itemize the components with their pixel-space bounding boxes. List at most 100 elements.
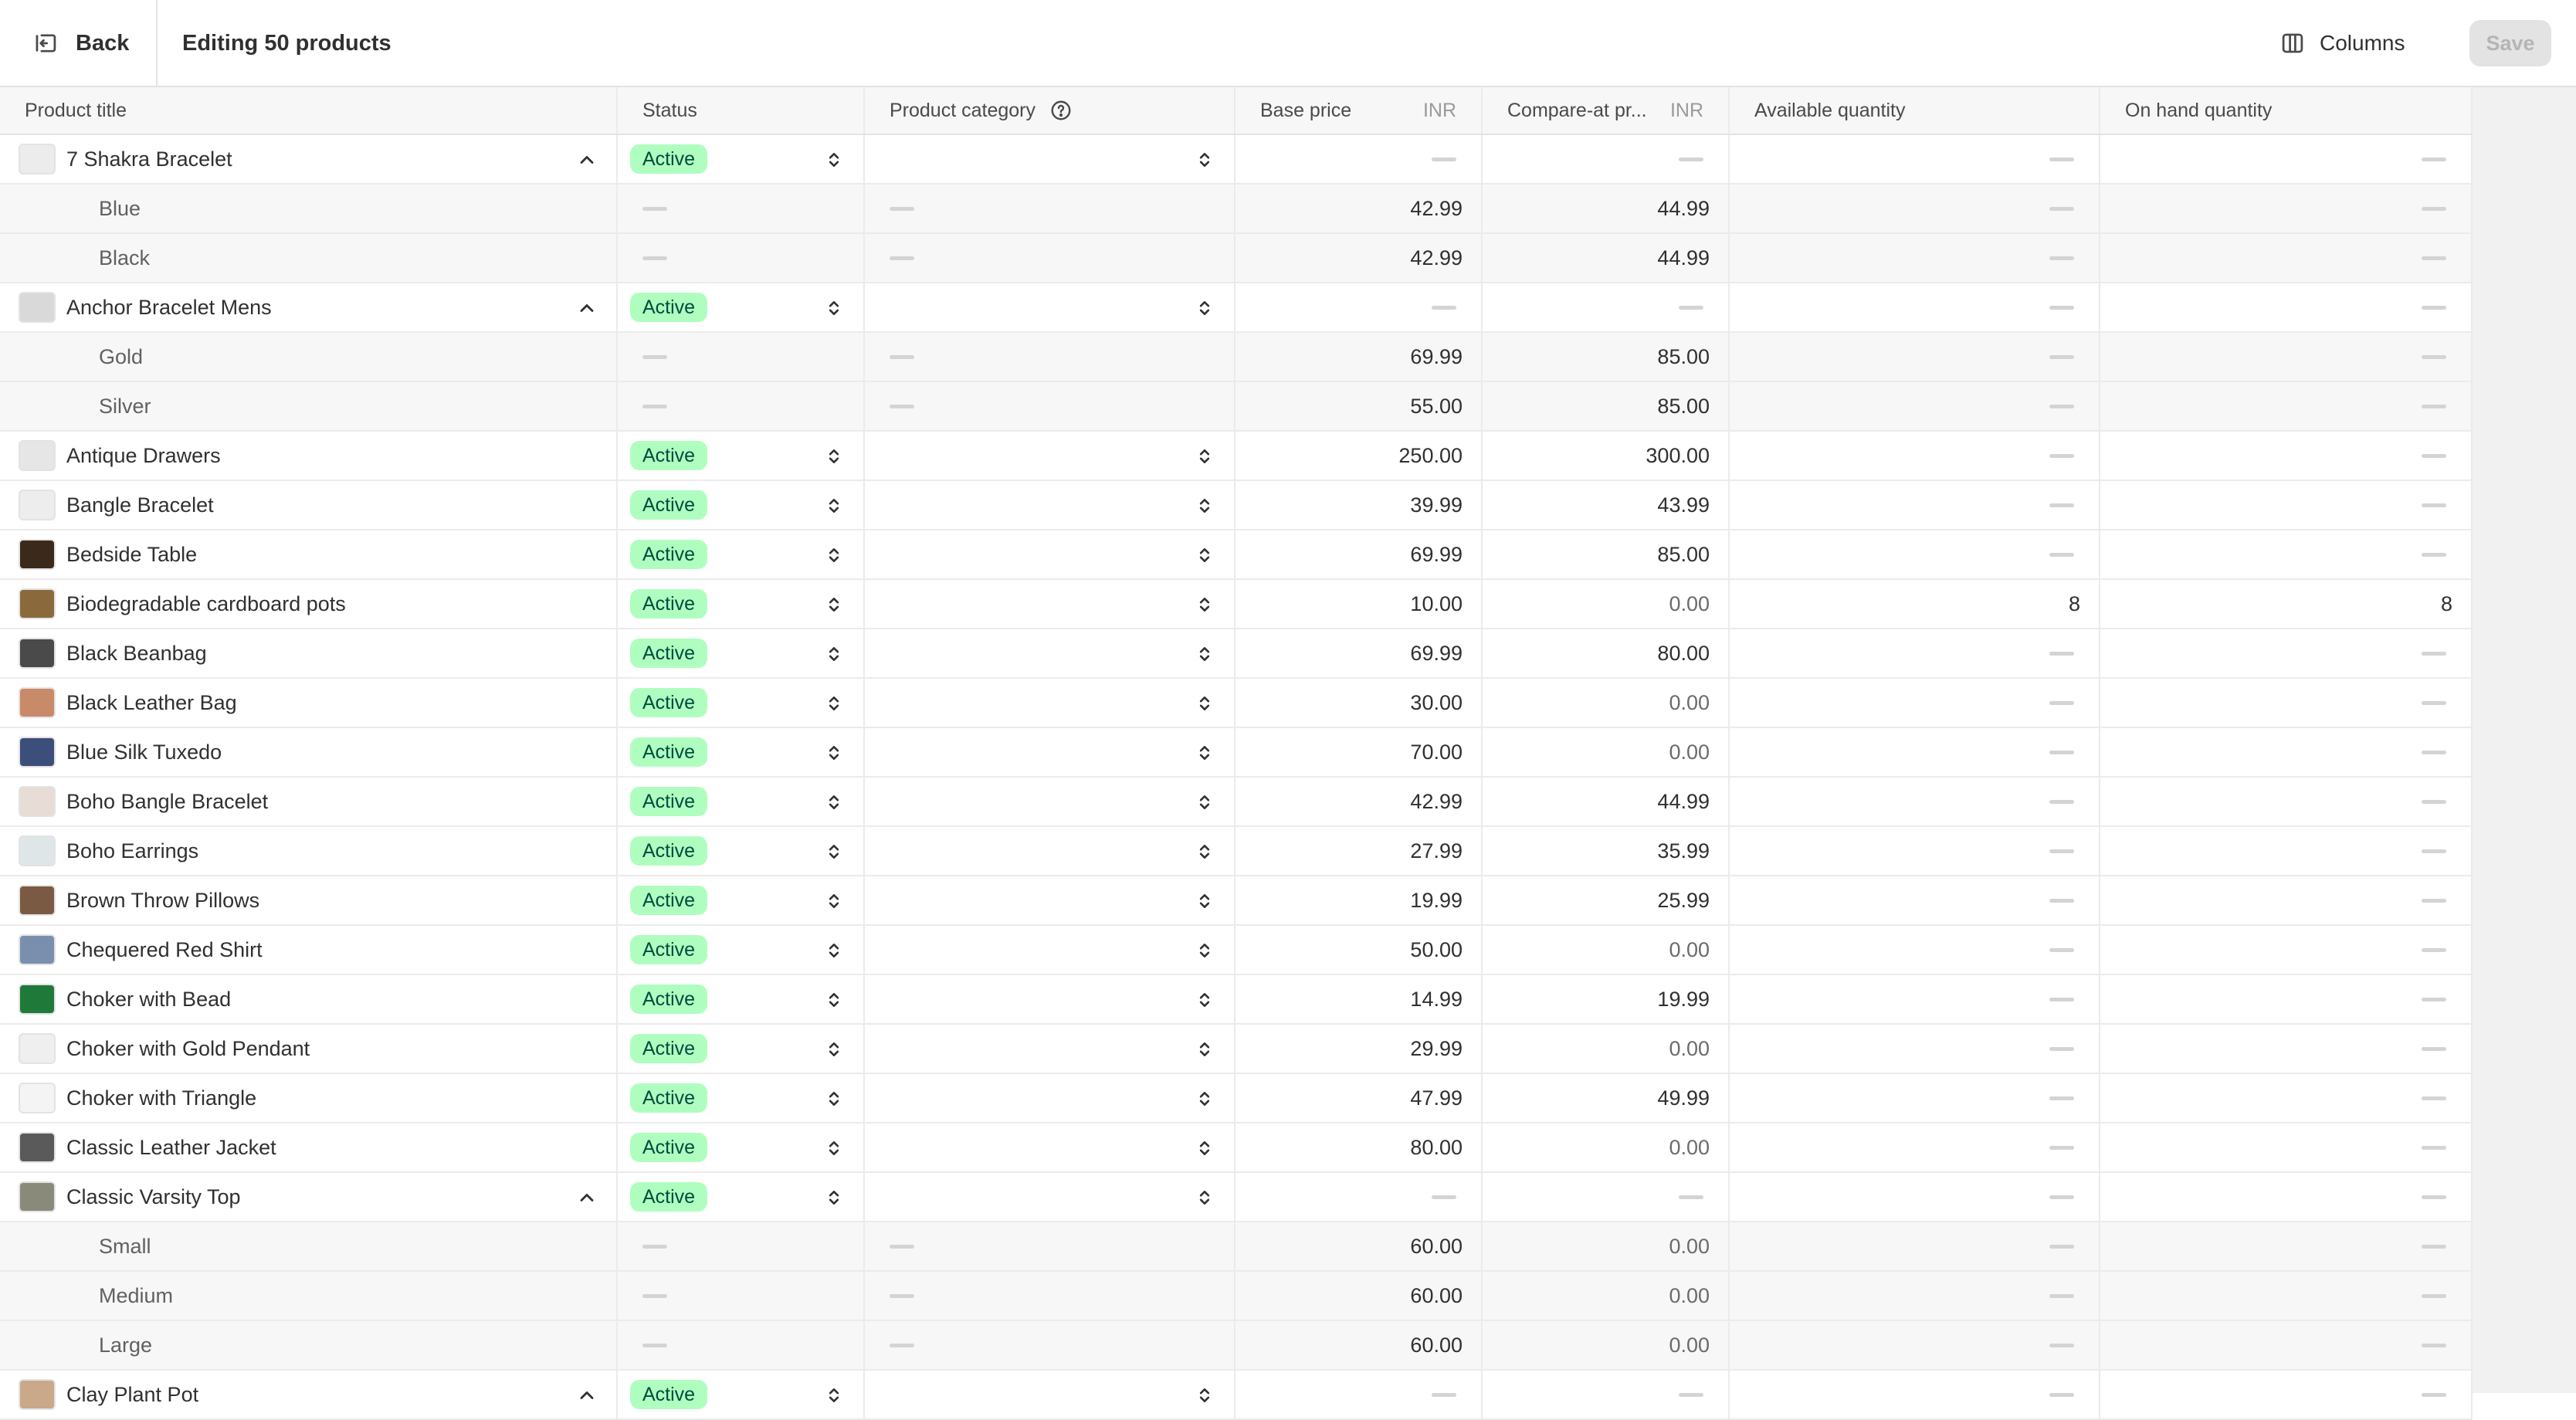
base-price-cell[interactable]: 42.99: [1235, 185, 1483, 232]
select-arrows-icon[interactable]: [823, 693, 845, 714]
product-title-cell[interactable]: Anchor Bracelet Mens: [0, 283, 618, 331]
status-select[interactable]: Active: [618, 926, 865, 974]
product-title-cell[interactable]: Brown Throw Pillows: [0, 876, 618, 924]
select-arrows-icon[interactable]: [823, 297, 845, 319]
category-select[interactable]: [865, 481, 1235, 529]
status-select[interactable]: Active: [618, 778, 865, 825]
status-select[interactable]: Active: [618, 1074, 865, 1122]
product-title-cell[interactable]: Antique Drawers: [0, 432, 618, 480]
product-title-cell[interactable]: Blue Silk Tuxedo: [0, 728, 618, 776]
select-arrows-icon[interactable]: [823, 742, 845, 764]
status-select[interactable]: Active: [618, 432, 865, 480]
select-arrows-icon[interactable]: [1194, 693, 1215, 714]
columns-button[interactable]: Columns: [2264, 20, 2423, 66]
compare-at-price-cell[interactable]: 49.99: [1483, 1074, 1730, 1122]
product-title-cell[interactable]: Boho Earrings: [0, 827, 618, 875]
product-title-cell[interactable]: Classic Leather Jacket: [0, 1123, 618, 1171]
compare-at-price-cell[interactable]: 0.00: [1483, 1321, 1730, 1369]
select-arrows-icon[interactable]: [823, 841, 845, 863]
select-arrows-icon[interactable]: [823, 890, 845, 912]
category-select[interactable]: [865, 629, 1235, 677]
base-price-cell[interactable]: 50.00: [1235, 926, 1483, 974]
select-arrows-icon[interactable]: [823, 149, 845, 171]
select-arrows-icon[interactable]: [823, 643, 845, 665]
select-arrows-icon[interactable]: [1194, 643, 1215, 665]
compare-at-price-cell[interactable]: 85.00: [1483, 333, 1730, 381]
status-select[interactable]: Active: [618, 876, 865, 924]
base-price-cell[interactable]: 60.00: [1235, 1272, 1483, 1320]
category-select[interactable]: [865, 1074, 1235, 1122]
base-price-cell[interactable]: 42.99: [1235, 778, 1483, 825]
category-select[interactable]: [865, 1371, 1235, 1418]
status-select[interactable]: Active: [618, 580, 865, 628]
compare-at-price-cell[interactable]: 300.00: [1483, 432, 1730, 480]
select-arrows-icon[interactable]: [1194, 1187, 1215, 1208]
base-price-cell[interactable]: 29.99: [1235, 1025, 1483, 1073]
category-select[interactable]: [865, 975, 1235, 1023]
base-price-cell[interactable]: 80.00: [1235, 1123, 1483, 1171]
select-arrows-icon[interactable]: [1194, 940, 1215, 961]
category-select[interactable]: [865, 432, 1235, 480]
column-header-base-price[interactable]: Base price INR: [1235, 87, 1483, 134]
select-arrows-icon[interactable]: [823, 1039, 845, 1060]
base-price-cell[interactable]: 60.00: [1235, 1321, 1483, 1369]
product-title-cell[interactable]: Chequered Red Shirt: [0, 926, 618, 974]
product-title-cell[interactable]: Black Leather Bag: [0, 679, 618, 727]
chevron-up-icon[interactable]: [576, 1384, 598, 1406]
select-arrows-icon[interactable]: [1194, 742, 1215, 764]
category-select[interactable]: [865, 580, 1235, 628]
compare-at-price-cell[interactable]: 0.00: [1483, 1222, 1730, 1270]
base-price-cell[interactable]: 69.99: [1235, 333, 1483, 381]
product-title-cell[interactable]: Boho Bangle Bracelet: [0, 778, 618, 825]
compare-at-price-cell[interactable]: 25.99: [1483, 876, 1730, 924]
select-arrows-icon[interactable]: [823, 791, 845, 813]
status-select[interactable]: Active: [618, 1173, 865, 1221]
status-select[interactable]: Active: [618, 1371, 865, 1418]
compare-at-price-cell[interactable]: 44.99: [1483, 185, 1730, 232]
select-arrows-icon[interactable]: [1194, 297, 1215, 319]
compare-at-price-cell[interactable]: 0.00: [1483, 679, 1730, 727]
base-price-cell[interactable]: 250.00: [1235, 432, 1483, 480]
status-select[interactable]: Active: [618, 135, 865, 183]
category-select[interactable]: [865, 728, 1235, 776]
save-button[interactable]: Save: [2469, 20, 2551, 66]
select-arrows-icon[interactable]: [1194, 989, 1215, 1011]
base-price-cell[interactable]: 69.99: [1235, 530, 1483, 578]
column-header-on-hand-quantity[interactable]: On hand quantity: [2100, 87, 2473, 134]
compare-at-price-cell[interactable]: 44.99: [1483, 778, 1730, 825]
status-select[interactable]: Active: [618, 481, 865, 529]
select-arrows-icon[interactable]: [1194, 1088, 1215, 1110]
category-select[interactable]: [865, 926, 1235, 974]
base-price-cell[interactable]: 30.00: [1235, 679, 1483, 727]
select-arrows-icon[interactable]: [823, 1187, 845, 1208]
select-arrows-icon[interactable]: [1194, 149, 1215, 171]
status-select[interactable]: Active: [618, 629, 865, 677]
on-hand-quantity-cell[interactable]: 8: [2100, 580, 2473, 628]
select-arrows-icon[interactable]: [1194, 890, 1215, 912]
column-header-product-category[interactable]: Product category: [865, 87, 1235, 134]
back-button[interactable]: Back: [0, 0, 158, 86]
status-select[interactable]: Active: [618, 283, 865, 331]
category-select[interactable]: [865, 135, 1235, 183]
base-price-cell[interactable]: 27.99: [1235, 827, 1483, 875]
product-title-cell[interactable]: Choker with Triangle: [0, 1074, 618, 1122]
select-arrows-icon[interactable]: [1194, 791, 1215, 813]
category-select[interactable]: [865, 1173, 1235, 1221]
compare-at-price-cell[interactable]: 35.99: [1483, 827, 1730, 875]
select-arrows-icon[interactable]: [1194, 841, 1215, 863]
category-select[interactable]: [865, 283, 1235, 331]
category-select[interactable]: [865, 530, 1235, 578]
category-select[interactable]: [865, 876, 1235, 924]
status-select[interactable]: Active: [618, 530, 865, 578]
base-price-cell[interactable]: 14.99: [1235, 975, 1483, 1023]
compare-at-price-cell[interactable]: 0.00: [1483, 1025, 1730, 1073]
compare-at-price-cell[interactable]: 0.00: [1483, 580, 1730, 628]
base-price-cell[interactable]: 39.99: [1235, 481, 1483, 529]
select-arrows-icon[interactable]: [823, 544, 845, 566]
chevron-up-icon[interactable]: [576, 297, 598, 319]
select-arrows-icon[interactable]: [823, 446, 845, 467]
base-price-cell[interactable]: 60.00: [1235, 1222, 1483, 1270]
product-title-cell[interactable]: Bedside Table: [0, 530, 618, 578]
base-price-cell[interactable]: 10.00: [1235, 580, 1483, 628]
status-select[interactable]: Active: [618, 728, 865, 776]
